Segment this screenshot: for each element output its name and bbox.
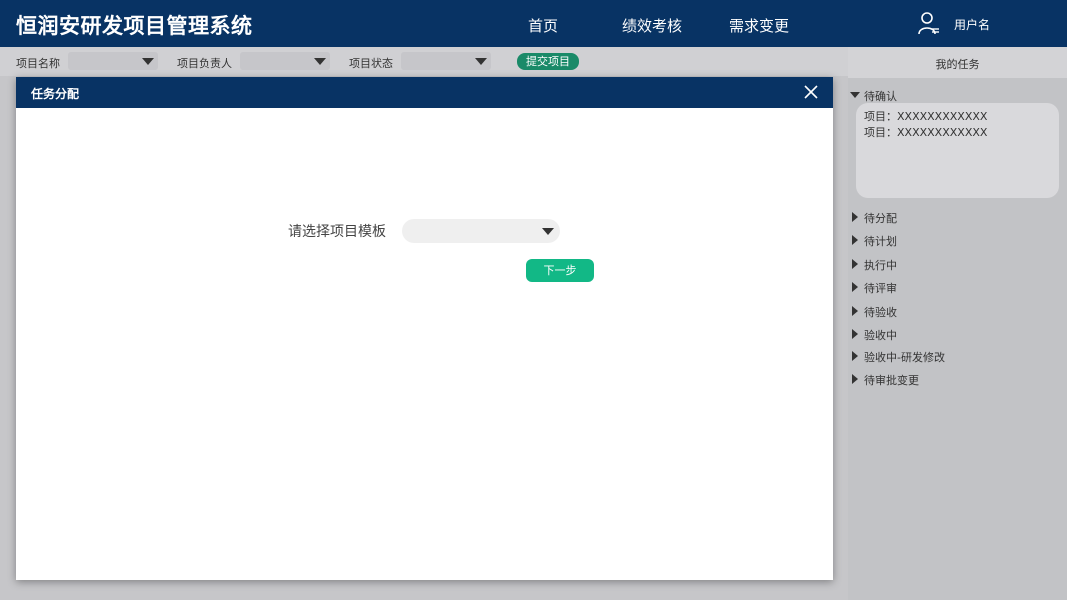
top-header: 恒润安研发项目管理系统 首页 绩效考核 需求变更 用户名 [0,0,1067,47]
chevron-down-icon [542,228,554,235]
status-select[interactable] [401,52,491,70]
caret-right-icon [852,306,858,316]
pending-confirm-list: 项目：XXXXXXXXXXXX 项目：XXXXXXXXXXXX [856,103,1059,198]
project-name-select[interactable] [68,52,158,70]
list-item[interactable]: 项目：XXXXXXXXXXXX [864,124,987,140]
chevron-down-icon [475,58,487,65]
caret-right-icon [852,374,858,384]
owner-label: 项目负责人 [177,57,232,70]
task-group-label: 待分配 [864,212,897,225]
chevron-down-icon [314,58,326,65]
task-group-to-accept[interactable]: 待验收 [848,303,1067,321]
task-group-label: 待计划 [864,235,897,248]
task-group-label: 验收中-研发修改 [864,351,945,364]
nav-requirement-change[interactable]: 需求变更 [729,15,789,36]
list-item[interactable]: 项目：XXXXXXXXXXXX [864,108,987,124]
filter-bar: 项目名称 项目负责人 项目状态 提交项目 [0,47,848,76]
task-group-accepting[interactable]: 验收中 [848,326,1067,344]
my-tasks-header: 我的任务 [848,47,1067,78]
owner-select[interactable] [240,52,330,70]
template-select[interactable] [402,219,560,243]
nav-home[interactable]: 首页 [528,15,558,36]
task-group-accepting-rd-fix[interactable]: 验收中-研发修改 [848,348,1067,366]
app-title: 恒润安研发项目管理系统 [16,14,253,38]
nav-performance[interactable]: 绩效考核 [622,15,682,36]
task-group-label: 待确认 [864,90,897,103]
caret-right-icon [852,235,858,245]
task-group-to-plan[interactable]: 待计划 [848,232,1067,250]
caret-right-icon [852,329,858,339]
submit-project-button[interactable]: 提交项目 [517,53,579,70]
close-icon[interactable] [803,84,819,100]
task-group-label: 待评审 [864,282,897,295]
user-icon[interactable] [918,11,940,35]
next-step-button[interactable]: 下一步 [526,259,594,282]
caret-right-icon [852,259,858,269]
caret-right-icon [852,212,858,222]
my-tasks-title: 我的任务 [935,58,980,71]
caret-right-icon [852,351,858,361]
project-name-label: 项目名称 [16,57,60,70]
dialog-title: 任务分配 [31,87,80,101]
task-group-change-approval[interactable]: 待审批变更 [848,371,1067,389]
task-group-label: 待审批变更 [864,374,919,387]
caret-down-icon [850,92,860,98]
task-assign-dialog: 任务分配 请选择项目模板 下一步 [16,77,833,580]
my-tasks-panel: 我的任务 待确认 项目：XXXXXXXXXXXX 项目：XXXXXXXXXXXX… [848,47,1067,600]
task-group-label: 验收中 [864,329,897,342]
task-group-in-progress[interactable]: 执行中 [848,256,1067,274]
caret-right-icon [852,282,858,292]
task-group-label: 待验收 [864,306,897,319]
dialog-header: 任务分配 [16,77,833,108]
user-name[interactable]: 用户名 [954,16,990,33]
task-group-to-review[interactable]: 待评审 [848,279,1067,297]
status-label: 项目状态 [349,57,393,70]
template-label: 请选择项目模板 [288,224,386,240]
task-group-label: 执行中 [864,259,897,272]
task-group-to-assign[interactable]: 待分配 [848,209,1067,227]
chevron-down-icon [142,58,154,65]
